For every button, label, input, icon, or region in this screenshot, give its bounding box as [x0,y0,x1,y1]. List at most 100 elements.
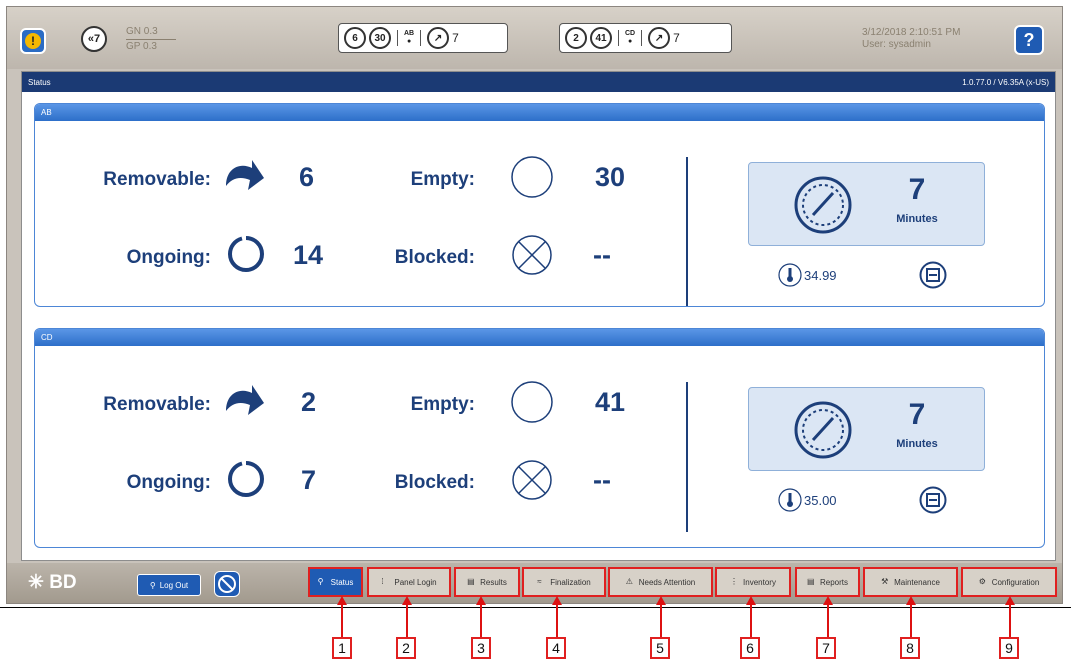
ab-removable-count: 6 [352,32,358,44]
ongoing-value: 14 [293,240,324,270]
nav-status[interactable]: ⚲ Status [308,567,363,597]
nav-panel-login[interactable]: ⁞ Panel Login [367,567,451,597]
panel-login-icon: ⁞ [381,577,384,586]
gauge-icon: ↗ [648,27,671,49]
cd-removable-count: 2 [573,32,579,44]
nav-label: Results [480,577,507,587]
nav-maintenance[interactable]: ⚒ Maintenance [863,567,958,597]
callout-4: 4 [546,637,566,659]
separator [397,30,398,46]
removable-value: 6 [299,162,315,192]
ongoing-icon [228,461,264,497]
nav-label: Needs Attention [638,577,696,587]
gp-label: GP 0.3 [126,41,157,52]
removable-label: Removable: [103,169,211,190]
callout-arrow [406,604,408,637]
ab-empty-count: 30 [374,32,386,44]
nav-configuration[interactable]: ⚙ Configuration [961,567,1057,597]
callout-arrow [910,604,912,637]
top-bar: ! «7 GN 0.3 GP 0.3 6 30 AB ● ↗ 7 2 41 CD ●… [7,7,1062,69]
datetime: 3/12/2018 2:10:51 PM [862,27,961,38]
incubator-icon[interactable] [919,486,947,514]
lock-icon: CD ● [625,30,636,45]
empty-icon [511,156,553,198]
finalization-icon: ≈ [537,577,542,586]
datetime-user: 3/12/2018 2:10:51 PM User: sysadmin [862,27,960,51]
version-label: 1.0.77.0 / V6.35A (x-US) [962,77,1049,87]
removable-icon: 2 [565,27,587,49]
callout-9: 9 [999,637,1019,659]
nav-inventory[interactable]: ⋮ Inventory [715,567,791,597]
page-title: Status [28,77,51,87]
panel-divider [686,382,688,532]
footer-bar: ✳ BD ⚲ Log Out ⚲ Status ⁞ Panel Login ▤ Resu… [7,563,1062,603]
ongoing-label: Ongoing: [126,247,211,268]
nav-results[interactable]: ▤ Results [454,567,520,597]
gauge-icon: ↗ [427,27,450,49]
time-to-result-box[interactable]: 7 Minutes [748,162,985,246]
app-window: ! «7 GN 0.3 GP 0.3 6 30 AB ● ↗ 7 2 41 CD ●… [6,6,1063,604]
callout-arrow [341,604,343,637]
gauge-icon [794,176,852,234]
cd-summary-group[interactable]: 2 41 CD ● ↗ 7 [559,23,732,53]
empty-icon: 30 [369,27,391,49]
empty-label: Empty: [410,169,475,190]
empty-value: 41 [595,387,626,417]
no-sound-icon [218,575,236,593]
lock-icon: AB ● [404,30,415,45]
separator [618,30,619,46]
reports-icon: ▤ [806,577,815,586]
nav-finalization[interactable]: ≈ Finalization [522,567,606,597]
help-button[interactable]: ? [1014,25,1044,55]
cd-minutes: 7 [673,31,680,45]
callout-8: 8 [900,637,920,659]
minutes-value: 7 [908,398,926,431]
ab-summary-group[interactable]: 6 30 AB ● ↗ 7 [338,23,508,53]
callout-arrow [827,604,829,637]
ongoing-icon [228,236,264,272]
callout-arrow [556,604,558,637]
thermometer-icon [778,488,802,512]
sun-icon: ✳ [28,572,44,593]
status-view: Status 1.0.77.0 / V6.35A (x-US) AB Remov… [21,71,1056,561]
nav-label: Inventory [743,577,776,587]
callout-arrow [660,604,662,637]
logout-button[interactable]: ⚲ Log Out [137,574,201,596]
no-sound-button[interactable] [214,571,240,597]
blocked-label: Blocked: [394,247,475,268]
nav-reports[interactable]: ▤ Reports [795,567,860,597]
callout-arrow [480,604,482,637]
thermometer-icon [778,263,802,287]
user-label: User: sysadmin [862,39,931,50]
blocked-icon [512,235,552,275]
callout-arrow [750,604,752,637]
bd-logo: ✳ BD [28,571,77,594]
separator [420,30,422,46]
blocked-label: Blocked: [394,472,475,493]
inventory-icon: ⋮ [730,577,739,586]
gram-counts: GN 0.3 GP 0.3 [126,25,176,54]
cd-group-label: CD [625,30,636,37]
nav-label: Panel Login [394,577,437,587]
alert-button[interactable]: ! [20,28,46,54]
nav-needs-attention[interactable]: ⚠ Needs Attention [608,567,713,597]
logo-text: BD [49,572,77,593]
incubator-icon[interactable] [919,261,947,289]
minutes-value: 7 [908,173,926,206]
blocked-value: -- [593,240,611,270]
gauge-icon [794,401,852,459]
warning-icon: ! [25,33,41,49]
removable-icon [226,160,264,190]
time-to-result-box[interactable]: 7 Minutes [748,387,985,471]
removable-value: 2 [301,387,317,417]
configuration-icon: ⚙ [978,577,986,586]
ab-group-label: AB [404,30,415,37]
blocked-value: -- [593,465,611,495]
key-icon: ⚲ [149,580,156,590]
gn-label: GN 0.3 [126,26,158,37]
separator [641,30,643,46]
nav-label: Configuration [991,577,1040,587]
blocked-icon [512,460,552,500]
alert-count-badge[interactable]: «7 [81,26,107,52]
ab-minutes: 7 [452,31,459,45]
